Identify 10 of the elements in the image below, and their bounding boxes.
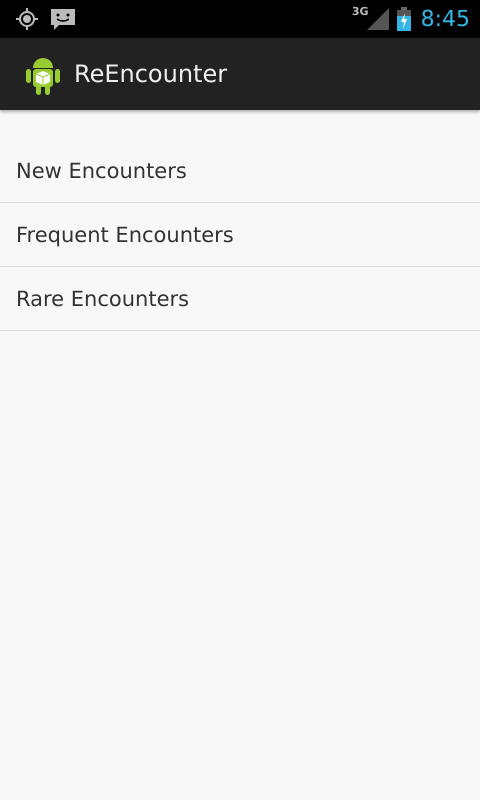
signal-icon [366, 8, 389, 30]
location-icon [14, 6, 40, 32]
list-item[interactable]: Rare Encounters [0, 267, 480, 331]
clock-time: 8:45 [420, 6, 470, 32]
list-item[interactable]: New Encounters [0, 139, 480, 203]
app-title: ReEncounter [74, 60, 228, 88]
battery-icon [396, 7, 411, 31]
message-icon [50, 6, 76, 32]
list-item[interactable]: Frequent Encounters [0, 203, 480, 267]
network-label: 3G [352, 5, 369, 18]
